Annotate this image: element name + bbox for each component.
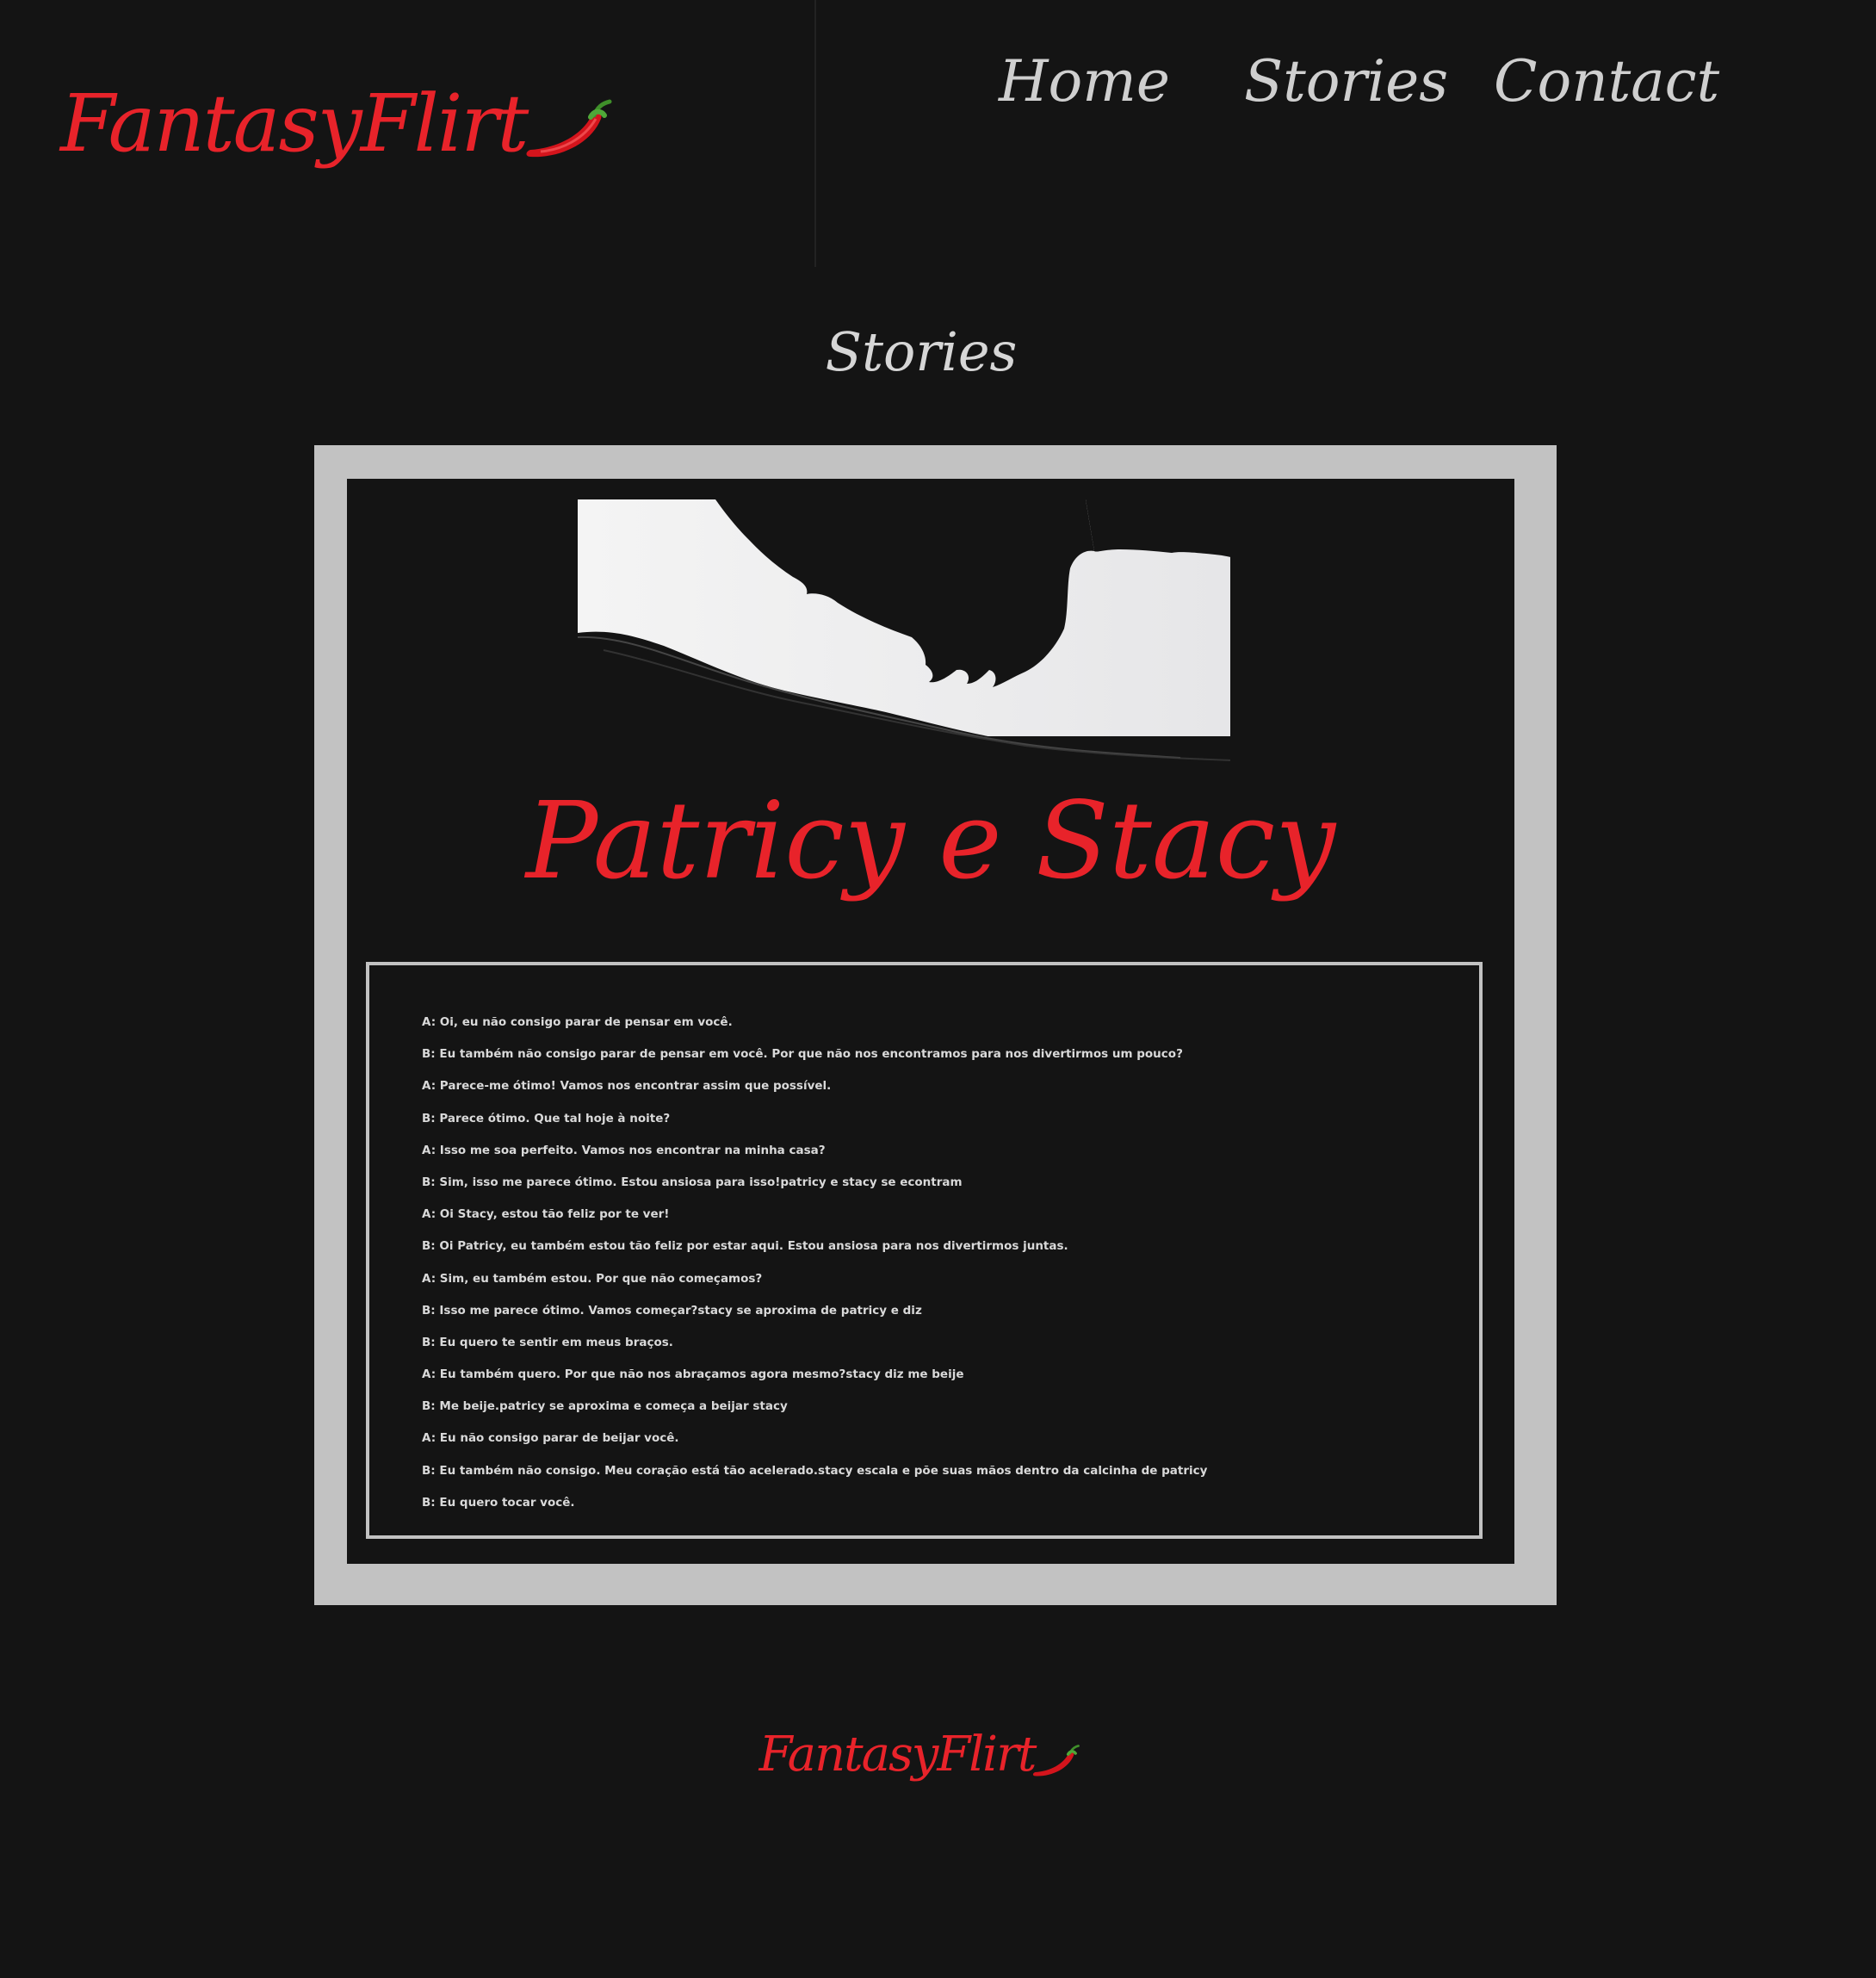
dialog-line: B: Oi Patricy, eu também estou tão feliz… [422, 1239, 1068, 1254]
story-title: Patricy e Stacy [525, 779, 1336, 903]
nav-stories-link[interactable]: Stories [1244, 53, 1448, 110]
dialog-line: B: Eu também não consigo parar de pensar… [422, 1047, 1183, 1062]
header-divider [814, 0, 816, 267]
dialog-line: B: Eu quero te sentir em meus braços. [422, 1335, 673, 1349]
dialog-line: B: Eu quero tocar você. [422, 1495, 575, 1510]
dialog-line: A: Eu não consigo parar de beijar você. [422, 1431, 679, 1446]
header-logo[interactable]: FantasyFlirt [60, 52, 618, 164]
dialog-line: B: Isso me parece ótimo. Vamos começar?s… [422, 1303, 922, 1318]
footer-logo-text: FantasyFlirt [758, 1727, 1037, 1783]
dialog-line: B: Parece ótimo. Que tal hoje à noite? [422, 1111, 671, 1125]
dialog-line: B: Sim, isso me parece ótimo. Estou ansi… [422, 1175, 963, 1189]
dialog-line: A: Eu também quero. Por que não nos abra… [422, 1367, 964, 1382]
logo-text: FantasyFlirt [60, 78, 529, 170]
dialog-list: A: Oi, eu não consigo parar de pensar em… [422, 1014, 1207, 1526]
footer-logo[interactable]: FantasyFlirt [0, 1731, 1842, 1779]
kissing-silhouette-image [577, 499, 1266, 762]
story-card-inner: Patricy e Stacy A: Oi, eu não consigo pa… [347, 479, 1514, 1564]
chili-pepper-icon [523, 96, 618, 169]
dialog-line: A: Oi, eu não consigo parar de pensar em… [422, 1015, 733, 1029]
dialog-line: A: Sim, eu também estou. Por que não com… [422, 1271, 763, 1286]
dialog-line: B: Eu também não consigo. Meu coração es… [422, 1463, 1208, 1478]
dialog-line: A: Oi Stacy, estou tão feliz por te ver! [422, 1207, 670, 1222]
dialog-line: A: Parece-me ótimo! Vamos nos encontrar … [422, 1079, 832, 1094]
nav-home-link[interactable]: Home [999, 53, 1170, 110]
nav-contact-link[interactable]: Contact [1494, 53, 1719, 110]
dialog-box: A: Oi, eu não consigo parar de pensar em… [366, 962, 1483, 1539]
dialog-line: B: Me beije.patricy se aproxima e começa… [422, 1399, 788, 1414]
story-card: Patricy e Stacy A: Oi, eu não consigo pa… [314, 445, 1557, 1605]
chili-pepper-icon [1031, 1743, 1083, 1784]
dialog-line: A: Isso me soa perfeito. Vamos nos encon… [422, 1143, 826, 1157]
page-title: Stories [825, 320, 1018, 383]
